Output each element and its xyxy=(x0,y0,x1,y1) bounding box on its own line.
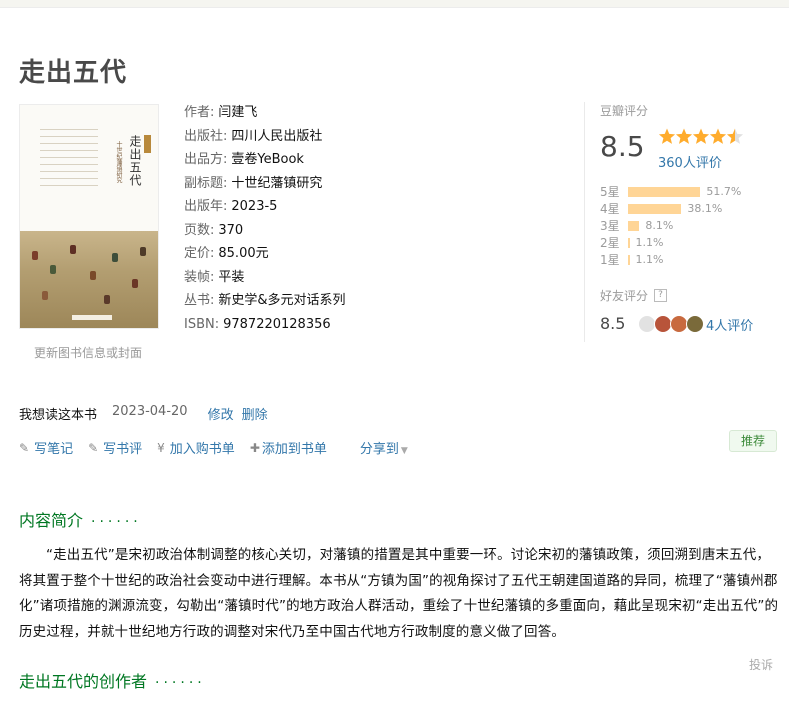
rating-dist-row: 1星 1.1% xyxy=(600,251,741,268)
rating-dist-pct: 1.1% xyxy=(635,235,664,249)
rating-dist-bar xyxy=(628,237,630,248)
info-row: 丛书: 新史学&多元对话系列 xyxy=(184,291,444,315)
yen-icon: ¥ xyxy=(157,440,165,455)
info-key: 页数: xyxy=(184,222,215,238)
rating-dist-label: 5星 xyxy=(600,185,620,200)
intro-text: “走出五代”是宋初政治体制调整的核心关切，对藩镇的措置是其中重要一环。讨论宋初的… xyxy=(19,547,779,640)
rating-dist-bar xyxy=(628,204,682,215)
info-key: 丛书: xyxy=(184,293,215,308)
friend-avatars[interactable] xyxy=(638,315,704,333)
info-value[interactable]: 四川人民出版社 xyxy=(231,129,322,144)
info-value[interactable]: 闫建飞 xyxy=(218,105,257,120)
star-icon xyxy=(726,128,744,144)
info-row: 定价: 85.00元 xyxy=(184,244,444,268)
book-info: 作者: 闫建飞 出版社: 四川人民出版社 出品方: 壹卷YeBook 副标题: 十世纪藩镇研究… xyxy=(184,103,444,338)
delete-status-link[interactable]: 删除 xyxy=(242,404,268,423)
chevron-down-icon: ▼ xyxy=(400,446,408,456)
rating-dist-pct: 51.7% xyxy=(706,185,742,199)
plus-icon: ✚ xyxy=(249,440,260,455)
rating-dist-bar xyxy=(628,220,640,231)
rating-dist-bar xyxy=(628,254,630,265)
info-row: 出版年: 2023-5 xyxy=(184,197,444,221)
info-row: 出品方: 壹卷YeBook xyxy=(184,150,444,174)
info-value: 85.00元 xyxy=(218,246,269,261)
rating-dist-label: 3星 xyxy=(600,218,620,233)
cover-text-lines xyxy=(40,129,98,199)
rating-dist-label: 4星 xyxy=(600,202,620,217)
rating-dist-row: 4星 38.1% xyxy=(600,201,741,218)
rating-count-link[interactable]: 360人评价 xyxy=(658,152,722,171)
top-bar xyxy=(0,0,789,8)
info-row: 装帧: 平装 xyxy=(184,268,444,292)
write-review-button[interactable]: ✎ 写书评 xyxy=(88,438,142,458)
write-note-button[interactable]: ✎ 写笔记 xyxy=(19,438,73,458)
star-icon xyxy=(675,128,693,144)
cover-title: 走出五代 xyxy=(128,135,142,187)
info-value: 370 xyxy=(218,222,244,238)
reading-status: 我想读这本书 2023-04-20 修改 删除 xyxy=(19,404,276,423)
rating-dist-bar xyxy=(628,187,701,198)
page-title: 走出五代 xyxy=(19,58,128,88)
add-to-cart-button[interactable]: ¥ 加入购书单 xyxy=(157,438,235,458)
info-row: 副标题: 十世纪藩镇研究 xyxy=(184,174,444,198)
info-value: 2023-5 xyxy=(231,199,278,214)
star-icon xyxy=(692,128,710,144)
info-key: ISBN: xyxy=(184,316,220,332)
rating-dist-label: 2星 xyxy=(600,235,620,250)
info-value: 9787220128356 xyxy=(223,316,331,332)
report-link[interactable]: 投诉 xyxy=(749,656,773,673)
info-value[interactable]: 新史学&多元对话系列 xyxy=(218,293,345,308)
reading-status-date: 2023-04-20 xyxy=(112,404,188,419)
intro-section-title: 内容简介 ······ xyxy=(19,511,142,530)
info-row: 作者: 闫建飞 xyxy=(184,103,444,127)
friend-score: 8.5 xyxy=(600,314,626,333)
help-icon[interactable]: ? xyxy=(654,289,668,302)
info-value[interactable]: 壹卷YeBook xyxy=(231,152,304,167)
info-key: 出版社: xyxy=(184,128,228,144)
rating-dist-pct: 8.1% xyxy=(645,218,674,232)
action-bar: ✎ 写笔记 ✎ 写书评 ¥ 加入购书单 ✚ 添加到书单 分享到 ▼ xyxy=(19,438,408,458)
rating-panel: 豆瓣评分 8.5 360人评价 5星 51.7% 4星 38.1% 3星 8.1% 2星 1.… xyxy=(584,102,774,342)
update-cover-link[interactable]: 更新图书信息或封面 xyxy=(34,344,142,361)
avatar xyxy=(686,315,704,333)
info-row: ISBN: 9787220128356 xyxy=(184,315,444,339)
add-to-booklist-button[interactable]: ✚ 添加到书单 xyxy=(249,438,327,458)
star-icon xyxy=(658,128,676,144)
info-key: 作者: xyxy=(184,105,215,120)
edit-status-link[interactable]: 修改 xyxy=(208,404,234,423)
info-key: 定价: xyxy=(184,246,215,261)
cover-subtitle: 十世纪藩镇研究 xyxy=(115,141,122,183)
info-key: 出版年: xyxy=(184,199,228,214)
info-key: 副标题: xyxy=(184,175,228,191)
rating-stars-icon xyxy=(658,128,744,144)
rating-label: 豆瓣评分 xyxy=(600,104,649,118)
rating-dist-pct: 38.1% xyxy=(687,202,723,216)
recommend-button[interactable]: 推荐 xyxy=(729,430,777,452)
info-row: 页数: 370 xyxy=(184,221,444,245)
friend-count-link[interactable]: 4人评价 xyxy=(706,315,753,334)
pencil-icon: ✎ xyxy=(19,440,30,455)
friend-rating-label: 好友评分 ? xyxy=(600,287,668,304)
book-cover[interactable]: 十世纪藩镇研究 走出五代 xyxy=(19,104,159,329)
rating-dist-row: 2星 1.1% xyxy=(600,234,741,251)
rating-score: 8.5 xyxy=(600,130,645,163)
star-icon xyxy=(709,128,727,144)
share-button[interactable]: 分享到 ▼ xyxy=(360,438,408,457)
info-value: 十世纪藩镇研究 xyxy=(231,175,323,191)
info-key: 出品方: xyxy=(184,152,228,167)
authors-section-title: 走出五代的创作者 ······ xyxy=(19,672,206,691)
rating-dist-row: 3星 8.1% xyxy=(600,218,741,235)
cover-publisher-mark xyxy=(72,315,112,320)
pencil-icon: ✎ xyxy=(88,440,99,455)
info-value: 平装 xyxy=(218,269,245,285)
rating-dist-pct: 1.1% xyxy=(635,252,664,266)
rating-distribution: 5星 51.7% 4星 38.1% 3星 8.1% 2星 1.1% 1星 1.1% xyxy=(600,184,741,268)
info-key: 装帧: xyxy=(184,269,215,285)
info-row: 出版社: 四川人民出版社 xyxy=(184,127,444,151)
rating-dist-label: 1星 xyxy=(600,252,620,267)
rating-dist-row: 5星 51.7% xyxy=(600,184,741,201)
cover-seal xyxy=(144,135,151,153)
reading-status-text: 我想读这本书 xyxy=(19,408,98,423)
